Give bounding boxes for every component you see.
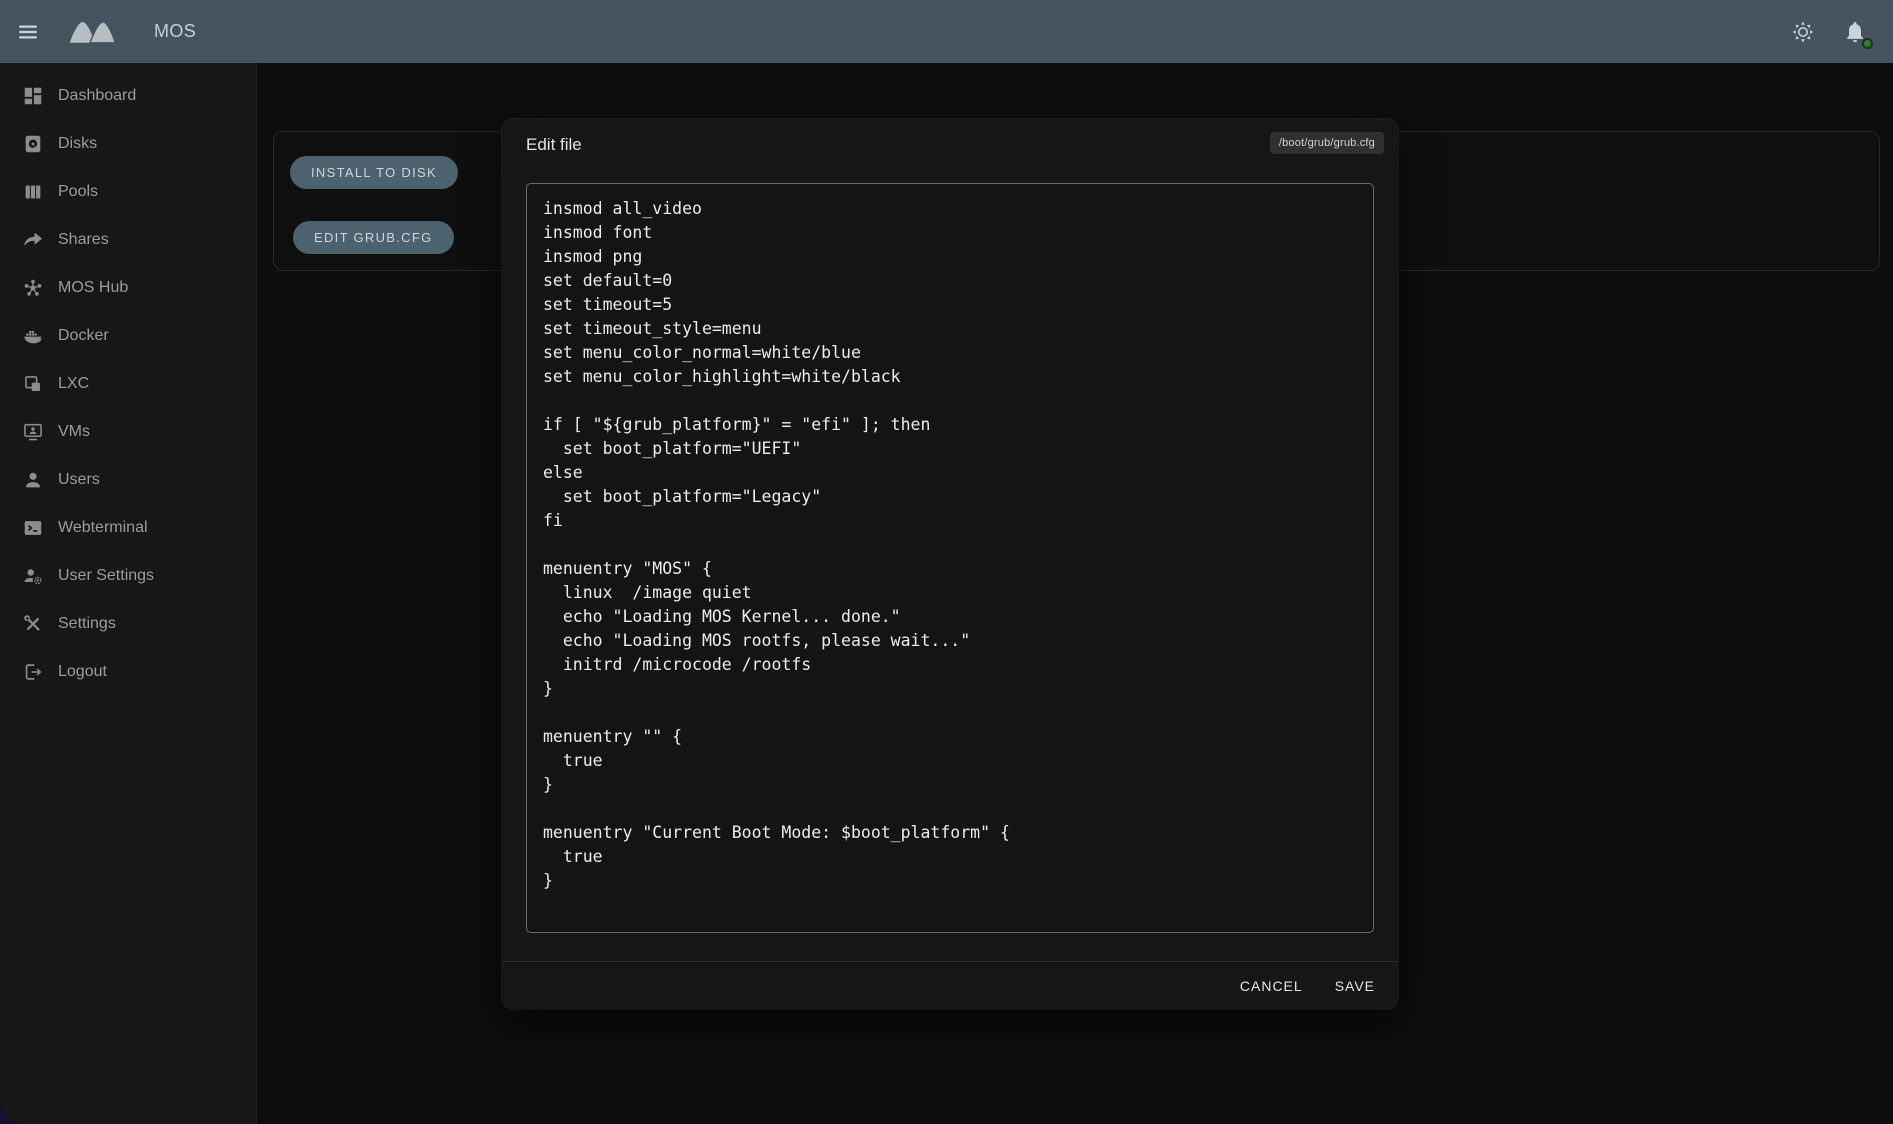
- top-bar: MOS: [0, 0, 1893, 63]
- dashboard-icon: [22, 85, 44, 107]
- file-path-badge: /boot/grub/grub.cfg: [1270, 132, 1384, 154]
- sidebar-item-label: Shares: [58, 231, 109, 249]
- sidebar-item-label: Pools: [58, 183, 98, 201]
- sidebar: Dashboard Disks Pools: [0, 63, 257, 1124]
- hub-icon: [22, 277, 44, 299]
- sidebar-item-users[interactable]: Users: [0, 456, 256, 504]
- shares-icon: [22, 229, 44, 251]
- sidebar-item-label: Users: [58, 471, 100, 489]
- terminal-icon: [22, 517, 44, 539]
- app-title: MOS: [154, 21, 196, 42]
- app-logo: [68, 18, 120, 45]
- sidebar-item-label: Webterminal: [58, 519, 148, 537]
- brightness-toggle-button[interactable]: [1783, 12, 1823, 52]
- sidebar-item-mos-hub[interactable]: MOS Hub: [0, 264, 256, 312]
- sidebar-item-user-settings[interactable]: User Settings: [0, 552, 256, 600]
- install-to-disk-button[interactable]: INSTALL TO DISK: [290, 156, 458, 189]
- docker-icon: [22, 325, 44, 347]
- brightness-icon: [1791, 20, 1815, 44]
- dialog-title: Edit file: [526, 135, 582, 155]
- sidebar-item-logout[interactable]: Logout: [0, 648, 256, 696]
- hamburger-icon: [16, 20, 40, 44]
- notifications-button[interactable]: [1835, 12, 1875, 52]
- sidebar-item-label: LXC: [58, 375, 89, 393]
- dialog-footer: CANCEL SAVE: [502, 961, 1398, 1009]
- sidebar-item-docker[interactable]: Docker: [0, 312, 256, 360]
- sidebar-item-pools[interactable]: Pools: [0, 168, 256, 216]
- pools-icon: [22, 181, 44, 203]
- save-button[interactable]: SAVE: [1326, 971, 1384, 1001]
- cancel-button[interactable]: CANCEL: [1231, 971, 1312, 1001]
- edit-file-dialog: Edit file /boot/grub/grub.cfg CANCEL SAV…: [502, 119, 1398, 1009]
- sidebar-item-label: VMs: [58, 423, 90, 441]
- sidebar-item-dashboard[interactable]: Dashboard: [0, 72, 256, 120]
- notification-status-dot: [1862, 38, 1873, 49]
- sidebar-item-disks[interactable]: Disks: [0, 120, 256, 168]
- sidebar-item-label: Logout: [58, 663, 107, 681]
- sidebar-item-lxc[interactable]: LXC: [0, 360, 256, 408]
- settings-icon: [22, 613, 44, 635]
- mountains-logo-icon: [68, 18, 120, 45]
- grub-config-editor[interactable]: [526, 183, 1374, 933]
- users-icon: [22, 469, 44, 491]
- sidebar-item-label: Settings: [58, 615, 116, 633]
- vms-icon: [22, 421, 44, 443]
- sidebar-item-label: Disks: [58, 135, 97, 153]
- edit-grubcfg-button[interactable]: EDIT GRUB.CFG: [293, 221, 454, 254]
- sidebar-item-label: User Settings: [58, 567, 154, 585]
- sidebar-item-label: Dashboard: [58, 87, 136, 105]
- logout-icon: [22, 661, 44, 683]
- sidebar-item-webterminal[interactable]: Webterminal: [0, 504, 256, 552]
- sidebar-item-label: MOS Hub: [58, 279, 128, 297]
- disks-icon: [22, 133, 44, 155]
- lxc-icon: [22, 373, 44, 395]
- sidebar-item-shares[interactable]: Shares: [0, 216, 256, 264]
- user-settings-icon: [22, 565, 44, 587]
- sidebar-item-vms[interactable]: VMs: [0, 408, 256, 456]
- menu-button[interactable]: [8, 12, 48, 52]
- sidebar-item-label: Docker: [58, 327, 109, 345]
- sidebar-item-settings[interactable]: Settings: [0, 600, 256, 648]
- app-root: MOS: [0, 0, 1893, 1124]
